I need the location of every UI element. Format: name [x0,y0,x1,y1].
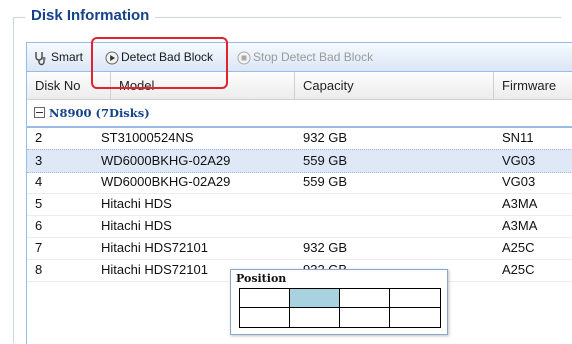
cell-model: Hitachi HDS72101 [101,240,208,255]
stop-detect-bad-block-button[interactable]: Stop Detect Bad Block [237,48,373,66]
smart-label: Smart [51,50,84,64]
position-slot[interactable] [290,289,340,308]
cell-disk-no: 2 [35,130,43,145]
position-slot[interactable] [390,308,440,327]
group-label: N8900 (7Disks) [49,106,150,120]
column-header-disk-no[interactable]: Disk No [27,72,111,99]
stethoscope-icon [35,51,46,66]
position-slot[interactable] [240,308,290,327]
position-grid [239,288,441,328]
cell-disk-no: 8 [35,262,43,277]
cell-disk-no: 4 [35,174,43,189]
cell-model: Hitachi HDS [101,218,172,233]
detect-bad-block-button[interactable]: Detect Bad Block [105,48,213,66]
cell-disk-no: 3 [35,153,43,168]
play-icon [105,51,119,65]
cell-model: WD6000BKHG-02A29 [101,174,231,189]
grid-header: Disk No Model Capacity Firmware [27,72,572,100]
cell-firmware: A25C [502,240,535,255]
stop-detect-bad-block-label: Stop Detect Bad Block [253,50,374,64]
cell-disk-no: 5 [35,196,43,211]
cell-model: ST31000524NS [101,130,194,145]
column-header-capacity[interactable]: Capacity [295,72,494,99]
position-slot[interactable] [290,308,340,327]
cell-disk-no: 7 [35,240,43,255]
cell-model: Hitachi HDS [101,196,172,211]
position-slot[interactable] [390,289,440,308]
fieldset-border-left [13,17,14,343]
section-title: Disk Information [25,7,156,24]
cell-model: WD6000BKHG-02A29 [101,153,231,168]
cell-capacity: 932 GB [303,130,348,145]
position-slot[interactable] [340,289,390,308]
position-popup: Position [230,269,448,335]
cell-capacity: 559 GB [303,174,348,189]
table-row[interactable]: 2 ST31000524NS 932 GB SN11 [27,127,572,150]
cell-capacity: 932 GB [303,240,348,255]
cell-firmware: A3MA [502,218,538,233]
cell-disk-no: 6 [35,218,43,233]
cell-firmware: VG03 [502,174,536,189]
collapse-icon[interactable] [34,107,45,118]
column-header-model[interactable]: Model [111,72,295,99]
table-row[interactable]: 4 WD6000BKHG-02A29 559 GB VG03 [27,171,572,194]
position-slot[interactable] [240,289,290,308]
stop-icon [237,51,251,65]
popup-title: Position [236,272,287,285]
table-row[interactable]: 5 Hitachi HDS A3MA [27,193,572,216]
column-header-firmware[interactable]: Firmware [494,72,572,99]
disk-grid-panel: Smart Detect Bad Block Stop Detect Bad B… [26,42,572,344]
position-slot[interactable] [340,308,390,327]
cell-firmware: A25C [502,262,535,277]
smart-button[interactable]: Smart [33,48,83,66]
group-row[interactable]: N8900 (7Disks) [27,100,572,128]
cell-firmware: A3MA [502,196,538,211]
cell-capacity: 559 GB [303,153,348,168]
cell-firmware: SN11 [502,130,534,145]
cell-firmware: VG03 [502,153,536,168]
table-row[interactable]: 6 Hitachi HDS A3MA [27,215,572,238]
detect-bad-block-label: Detect Bad Block [121,50,214,64]
toolbar: Smart Detect Bad Block Stop Detect Bad B… [27,43,572,72]
table-row[interactable]: 7 Hitachi HDS72101 932 GB A25C [27,237,572,260]
table-row[interactable]: 3 WD6000BKHG-02A29 559 GB VG03 [27,149,572,173]
